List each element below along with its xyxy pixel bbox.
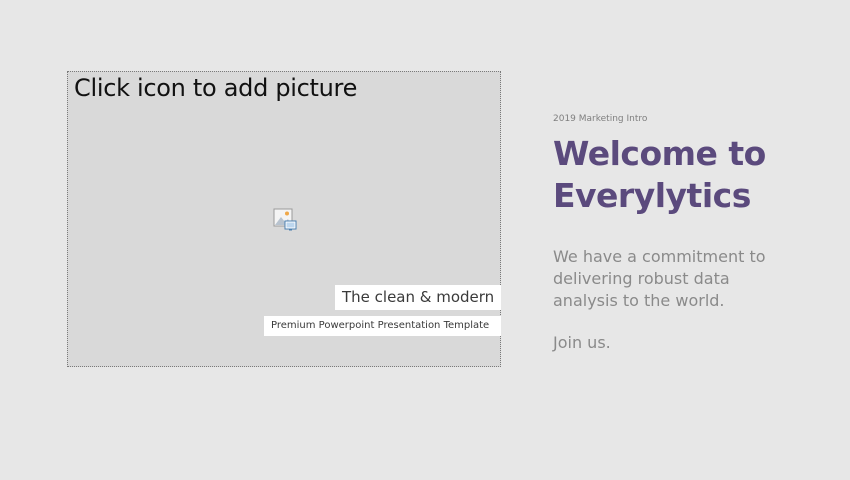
body-text: We have a commitment to delivering robus… (553, 246, 833, 312)
caption-sub: Premium Powerpoint Presentation Template (264, 316, 501, 336)
eyebrow-label: 2019 Marketing Intro (553, 114, 648, 124)
slide: Click icon to add picture The clean & mo… (0, 0, 850, 480)
body-text-line: delivering robust data (553, 269, 730, 288)
picture-icon[interactable] (273, 208, 297, 232)
slide-title-line: Everylytics (553, 176, 751, 215)
body-text-line: We have a commitment to (553, 247, 766, 266)
slide-title: Welcome to Everylytics (553, 133, 843, 217)
placeholder-hint: Click icon to add picture (74, 74, 358, 102)
slide-title-line: Welcome to (553, 134, 766, 173)
picture-icon-graphic (273, 208, 297, 231)
caption-main: The clean & modern (335, 285, 501, 310)
body-text-line: analysis to the world. (553, 291, 725, 310)
join-text: Join us. (553, 333, 611, 352)
